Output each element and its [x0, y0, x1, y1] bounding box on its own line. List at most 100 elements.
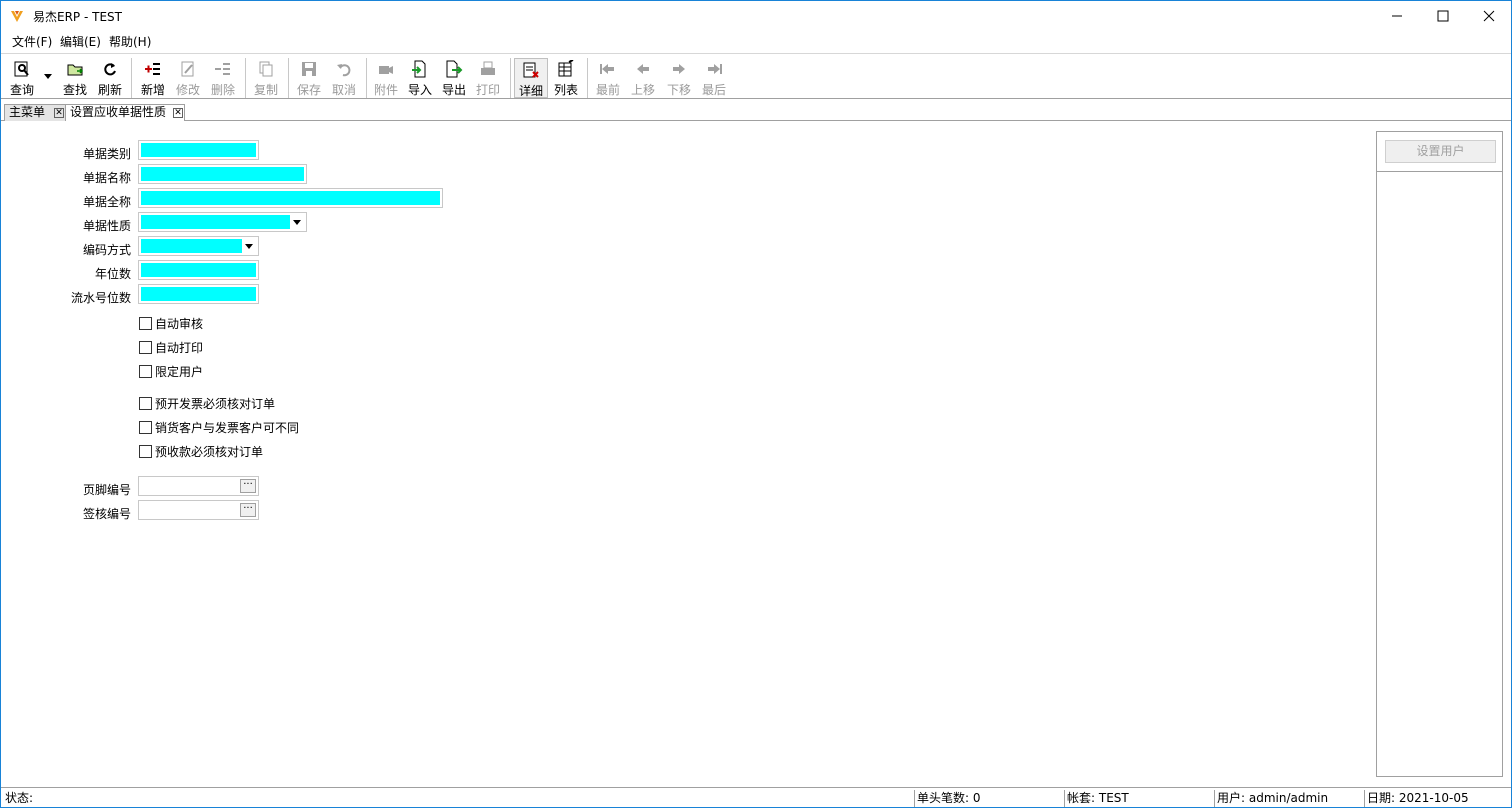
serial-digits-input[interactable] — [138, 284, 259, 304]
user-panel-header: 设置用户 — [1377, 132, 1502, 172]
app-window: 易杰ERP - TEST 文件(F) 编辑(E) 帮助(H) 查询 查找 刷新 — [0, 0, 1512, 808]
list-view-button[interactable]: 列表 — [550, 58, 582, 98]
title-bar: 易杰ERP - TEST — [1, 1, 1511, 31]
query-button[interactable]: 查询 — [6, 58, 38, 98]
menu-bar: 文件(F) 编辑(E) 帮助(H) — [1, 31, 1511, 51]
cancel-button[interactable]: 取消 — [328, 58, 360, 98]
account-set: 帐套: TEST — [1064, 790, 1214, 807]
next-record-button[interactable]: 下移 — [663, 58, 695, 98]
auto-print-checkbox[interactable]: 自动打印 — [139, 338, 203, 356]
doc-fullname-input[interactable] — [138, 188, 443, 208]
delete-button[interactable]: 删除 — [207, 58, 239, 98]
current-date: 日期: 2021-10-05 — [1364, 790, 1510, 807]
export-icon — [446, 60, 463, 78]
query-dropdown-icon[interactable] — [43, 72, 53, 80]
list-view-icon — [558, 60, 574, 77]
minimize-button[interactable] — [1374, 1, 1420, 31]
attach-button[interactable]: 附件 — [370, 58, 402, 98]
save-button[interactable]: 保存 — [293, 58, 325, 98]
first-record-button[interactable]: 最前 — [592, 58, 624, 98]
printer-icon — [481, 61, 495, 75]
set-users-button[interactable]: 设置用户 — [1385, 140, 1496, 163]
toolbar-separator — [587, 58, 588, 98]
footer-code-input[interactable]: ··· — [138, 476, 259, 496]
doc-fullname-label: 单据全称 — [82, 195, 131, 209]
approval-code-label: 签核编号 — [82, 507, 131, 521]
current-user: 用户: admin/admin — [1214, 790, 1364, 807]
status-bar: 状态: 单头笔数: 0 帐套: TEST 用户: admin/admin 日期:… — [1, 787, 1511, 807]
maximize-icon — [1437, 10, 1449, 22]
import-icon — [412, 60, 426, 78]
chevron-down-icon[interactable] — [242, 239, 256, 253]
modify-button[interactable]: 修改 — [172, 58, 204, 98]
export-button[interactable]: 导出 — [438, 58, 470, 98]
toolbar-separator — [366, 58, 367, 98]
doc-type-label: 单据类别 — [82, 147, 131, 161]
checkbox-box[interactable] — [139, 444, 152, 458]
approval-code-input[interactable]: ··· — [138, 500, 259, 520]
detail-view-icon — [523, 62, 539, 78]
refresh-icon — [104, 63, 116, 76]
tab-main-menu[interactable]: 主菜单 ✕ — [4, 104, 66, 121]
maximize-button[interactable] — [1420, 1, 1466, 31]
footer-code-label: 页脚编号 — [82, 483, 131, 497]
serial-digits-label: 流水号位数 — [70, 291, 131, 305]
query-icon — [14, 61, 29, 77]
year-digits-input[interactable] — [138, 260, 259, 280]
modify-icon — [181, 61, 194, 77]
doc-name-input[interactable] — [138, 164, 307, 184]
window-title: 易杰ERP - TEST — [33, 10, 122, 24]
close-icon — [1483, 10, 1495, 22]
tab-bar: 主菜单 ✕ 设置应收单据性质 ✕ — [1, 103, 1511, 121]
toolbar-separator — [131, 58, 132, 98]
header-count: 单头笔数: 0 — [914, 790, 1064, 807]
doc-type-input[interactable] — [138, 140, 259, 160]
print-button[interactable]: 打印 — [472, 58, 504, 98]
restrict-users-checkbox[interactable]: 限定用户 — [139, 362, 203, 380]
last-record-button[interactable]: 最后 — [698, 58, 730, 98]
doc-name-label: 单据名称 — [82, 171, 131, 185]
find-icon — [67, 64, 84, 76]
toolbar-separator — [510, 58, 511, 98]
first-arrow-icon — [600, 64, 614, 74]
delete-icon — [215, 63, 230, 75]
menu-help[interactable]: 帮助(H) — [109, 33, 151, 50]
checkbox-box[interactable] — [139, 420, 152, 434]
checkbox-box[interactable] — [139, 340, 152, 354]
attachment-icon — [379, 66, 393, 74]
close-icon[interactable]: ✕ — [54, 108, 64, 118]
minimize-icon — [1392, 15, 1402, 17]
close-icon[interactable]: ✕ — [173, 108, 183, 118]
left-arrow-icon — [637, 64, 649, 74]
last-arrow-icon — [708, 64, 722, 74]
find-button[interactable]: 查找 — [59, 58, 91, 98]
checkbox-box[interactable] — [139, 364, 152, 378]
checkbox-box[interactable] — [139, 396, 152, 410]
toolbar-separator — [245, 58, 246, 98]
detail-view-button[interactable]: 详细 — [514, 58, 548, 98]
copy-button[interactable]: 复制 — [250, 58, 282, 98]
import-button[interactable]: 导入 — [404, 58, 436, 98]
auto-audit-checkbox[interactable]: 自动审核 — [139, 314, 203, 332]
code-method-select[interactable] — [138, 236, 259, 256]
menu-edit[interactable]: 编辑(E) — [60, 33, 101, 50]
ellipsis-icon[interactable]: ··· — [240, 479, 256, 493]
app-logo-icon — [11, 11, 23, 22]
save-icon — [302, 62, 316, 76]
doc-nature-select[interactable] — [138, 212, 307, 232]
previous-record-button[interactable]: 上移 — [627, 58, 659, 98]
user-panel: 设置用户 — [1376, 131, 1503, 777]
checkbox-box[interactable] — [139, 316, 152, 330]
tab-set-receivable-doc-nature[interactable]: 设置应收单据性质 ✕ — [65, 104, 185, 121]
refresh-button[interactable]: 刷新 — [94, 58, 126, 98]
close-button[interactable] — [1466, 1, 1512, 31]
prepay-invoice-check-checkbox[interactable]: 预开发票必须核对订单 — [139, 394, 275, 412]
menu-file[interactable]: 文件(F) — [12, 33, 52, 50]
add-button[interactable]: 新增 — [137, 58, 169, 98]
ellipsis-icon[interactable]: ··· — [240, 503, 256, 517]
copy-icon — [259, 61, 273, 77]
sales-invoice-customer-diff-checkbox[interactable]: 销货客户与发票客户可不同 — [139, 418, 299, 436]
chevron-down-icon[interactable] — [290, 215, 304, 229]
right-arrow-icon — [673, 64, 685, 74]
advance-receipt-check-checkbox[interactable]: 预收款必须核对订单 — [139, 442, 263, 460]
